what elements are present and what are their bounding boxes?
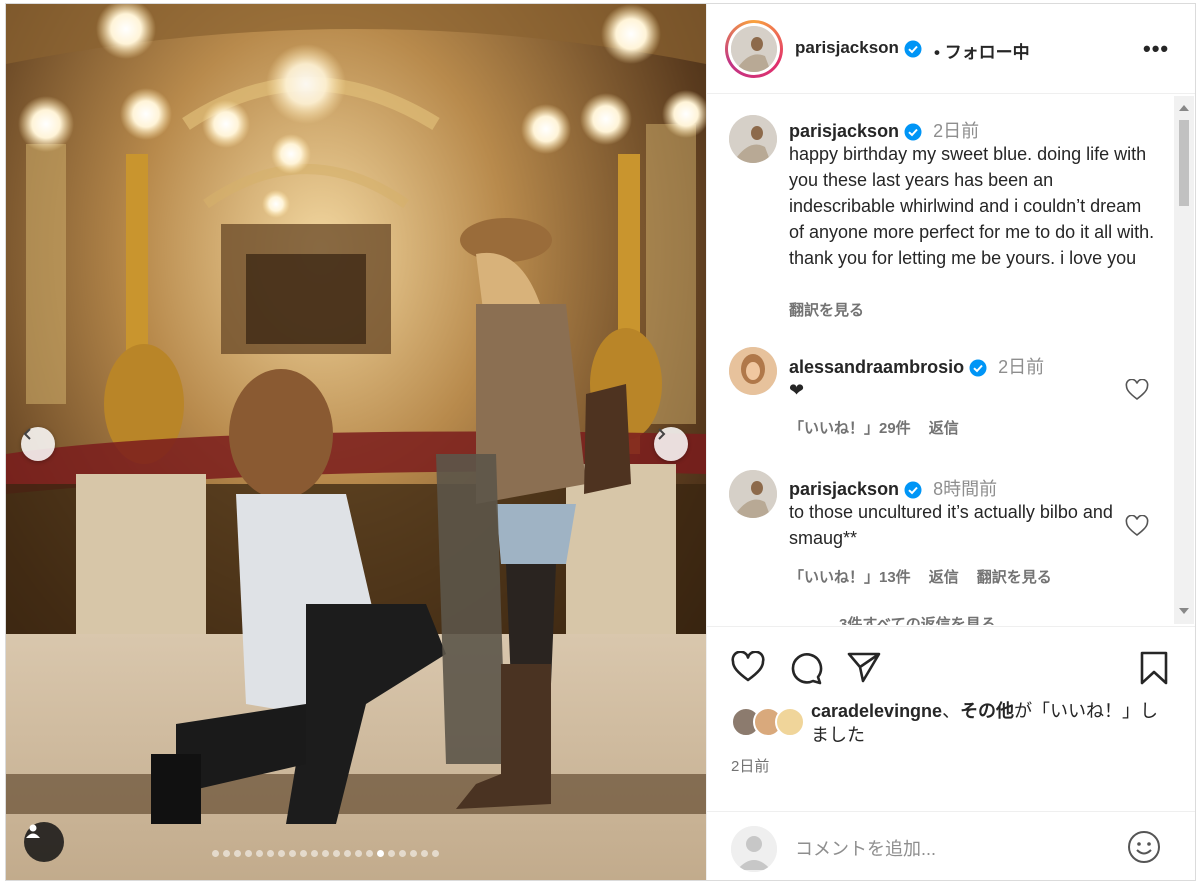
reply-button[interactable]: 返信 (929, 569, 959, 586)
carousel-dot (256, 850, 263, 857)
avatar[interactable] (729, 115, 777, 163)
carousel-dot (410, 850, 417, 857)
heart-icon[interactable] (1125, 379, 1149, 401)
share-icon[interactable] (847, 651, 881, 683)
avatar (731, 826, 777, 872)
follow-status[interactable]: • フォロー中 (934, 38, 1030, 63)
reply-button[interactable]: 返信 (929, 420, 959, 437)
caption-time[interactable]: 2日前 (933, 121, 979, 141)
story-ring[interactable] (725, 20, 783, 78)
post-date[interactable]: 2日前 (731, 755, 769, 776)
post-header: parisjackson • フォロー中 ••• (707, 4, 1195, 94)
comments-scrollbar[interactable] (1174, 96, 1194, 624)
view-replies-link[interactable]: 3件すべての返信を見る (789, 613, 996, 625)
carousel-dot (278, 850, 285, 857)
heart-icon[interactable] (731, 651, 765, 683)
carousel-dot (300, 850, 307, 857)
carousel-dot (333, 850, 340, 857)
emoji-icon[interactable] (1127, 830, 1161, 864)
post-details-panel: parisjackson • フォロー中 ••• parisjackson 2日… (706, 4, 1195, 880)
heart-icon[interactable] (1125, 515, 1149, 537)
comment-meta: 「いいね！」29件 返信 (789, 417, 977, 438)
caption-username[interactable]: parisjackson 2日前 (789, 117, 979, 143)
previous-slide-button[interactable] (21, 427, 55, 461)
user-tag-icon (26, 824, 40, 838)
carousel-dot (267, 850, 274, 857)
caption-translate-link[interactable]: 翻訳を見る (789, 299, 864, 320)
comment-text: ❤ (789, 380, 805, 400)
verified-icon (904, 481, 922, 499)
carousel-dot (344, 850, 351, 857)
carousel-indicator (212, 850, 439, 857)
post-actions: caradelevingne、その他が「いいね！」しました 2日前 (707, 626, 1195, 880)
carousel-dot (432, 850, 439, 857)
carousel-dot (212, 850, 219, 857)
avatar[interactable] (729, 470, 777, 518)
liked-by-avatars[interactable] (731, 707, 811, 741)
carousel-dot (421, 850, 428, 857)
comment-time[interactable]: 2日前 (998, 357, 1044, 377)
verified-icon (969, 359, 987, 377)
carousel-dot (366, 850, 373, 857)
comment-time[interactable]: 8時間前 (933, 479, 997, 499)
comment-icon[interactable] (789, 651, 823, 685)
comment-username[interactable]: parisjackson 8時間前 (789, 475, 997, 501)
carousel-dot (289, 850, 296, 857)
header-username[interactable]: parisjackson (795, 38, 922, 58)
liked-by-others[interactable]: その他 (960, 701, 1014, 721)
proposal-photo (6, 4, 706, 880)
comment-likes[interactable]: 「いいね！」13件 (789, 569, 911, 586)
caption-text: happy birthday my sweet blue. doing life… (789, 144, 1155, 268)
comment-text: to those uncultured it’s actually bilbo … (789, 502, 1113, 548)
carousel-dot (322, 850, 329, 857)
carousel-dot (245, 850, 252, 857)
verified-icon (904, 40, 922, 58)
carousel-dot (311, 850, 318, 857)
carousel-dot (223, 850, 230, 857)
avatar (775, 707, 805, 737)
comment-username[interactable]: alessandraambrosio 2日前 (789, 353, 1044, 379)
carousel-dot (399, 850, 406, 857)
more-options-button[interactable]: ••• (1143, 36, 1169, 62)
chevron-left-icon (23, 428, 31, 440)
next-slide-button[interactable] (654, 427, 688, 461)
carousel-dot (377, 850, 384, 857)
avatar[interactable] (729, 347, 777, 395)
chevron-right-icon (658, 428, 666, 440)
scroll-up-arrow[interactable] (1179, 105, 1189, 111)
comment-input[interactable] (795, 834, 1115, 864)
comments-list[interactable]: parisjackson 2日前 happy birthday my sweet… (707, 95, 1177, 625)
comment-likes[interactable]: 「いいね！」29件 (789, 420, 911, 437)
liked-by-username[interactable]: caradelevingne (811, 701, 942, 721)
user-tags-button[interactable] (24, 822, 64, 862)
translate-link[interactable]: 翻訳を見る (977, 569, 1052, 586)
carousel-dot (234, 850, 241, 857)
carousel-dot (355, 850, 362, 857)
carousel-dot (388, 850, 395, 857)
avatar (731, 26, 777, 72)
post-image[interactable] (6, 4, 706, 880)
add-comment-bar (707, 811, 1195, 880)
scroll-down-arrow[interactable] (1179, 608, 1189, 614)
post-dialog: parisjackson • フォロー中 ••• parisjackson 2日… (5, 3, 1196, 881)
comment-meta: 「いいね！」13件 返信 翻訳を見る (789, 566, 1070, 587)
verified-icon (904, 123, 922, 141)
liked-by-text: caradelevingne、その他が「いいね！」しました (811, 701, 1159, 745)
scroll-thumb[interactable] (1179, 120, 1189, 206)
bookmark-icon[interactable] (1139, 651, 1169, 685)
